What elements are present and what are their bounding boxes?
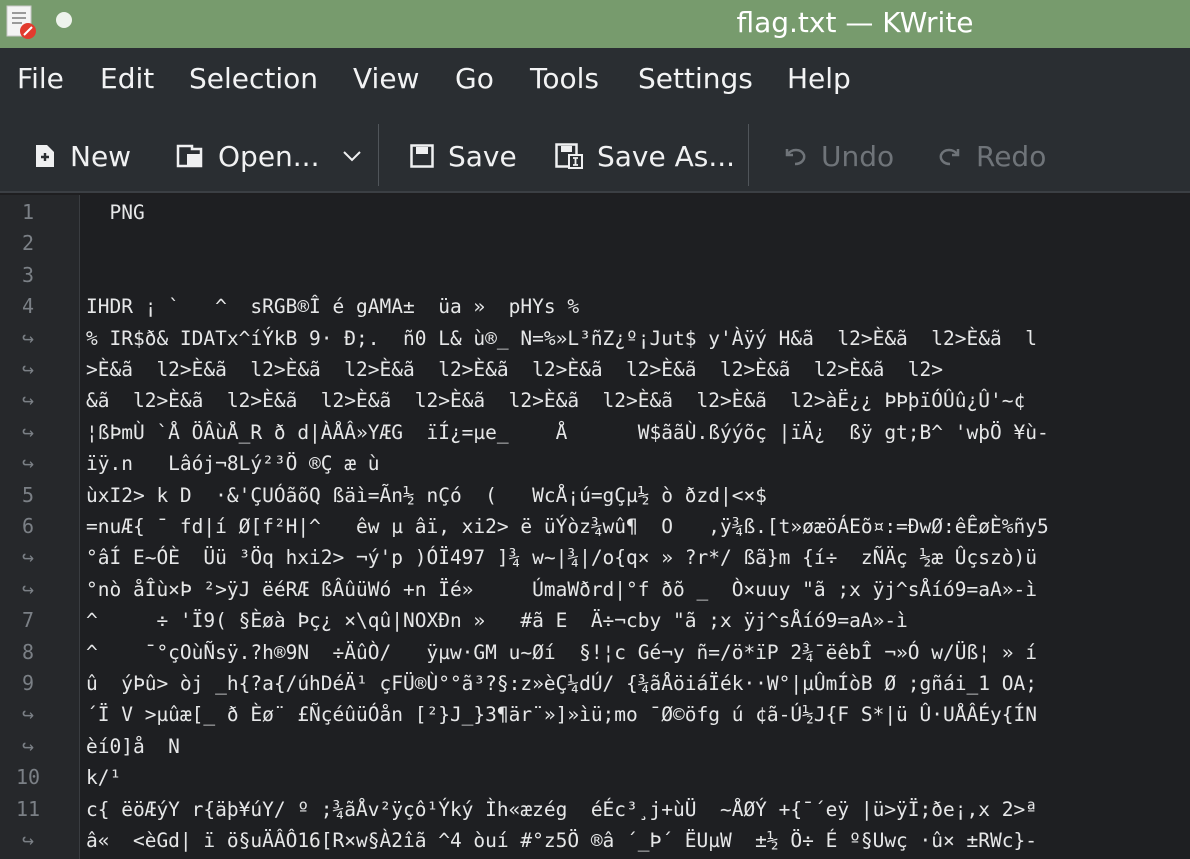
undo-button-label: Undo (821, 139, 895, 173)
line-number: 5 (21, 482, 35, 507)
text-line[interactable]: °nò åÎù×Þ ²>ÿJ ëéRÆ ßÂûüWó +n Ïé» ÚmaWðr… (86, 574, 1190, 605)
text-line[interactable]: ^ ¯°çOùÑsÿ.?h®9N ÷ÄûÒ/ ÿµw·GM u~Øí §!¦c … (86, 637, 1190, 668)
wrap-indicator-icon: ↪ (21, 325, 35, 350)
save-as-disk-icon (555, 143, 583, 169)
text-line[interactable] (86, 228, 1190, 259)
wrap-indicator-icon: ↪ (21, 388, 35, 413)
save-as-button-label: Save As... (597, 139, 736, 173)
wrap-indicator-icon: ↪ (21, 451, 35, 476)
text-line[interactable]: % IR$ð& IDATx^íÝkB 9· Ð;. ñ0 L& ù®_ N=%»… (86, 323, 1190, 354)
open-recent-dropdown[interactable] (342, 136, 376, 176)
open-button[interactable]: Open... (176, 136, 320, 176)
text-line[interactable]: û ýÞû> òj _h{?a{/úhDéÄ¹ çFÜ®Ù°°ã³?§:z»èÇ… (86, 668, 1190, 699)
line-number: 8 (21, 639, 35, 664)
main-toolbar: New Open... Save Save As... Undo Redo (0, 118, 1190, 193)
line-number: 11 (15, 796, 41, 821)
text-line[interactable]: ùxI2> k D ·&'ÇUÓãõQ ßäì=Ãn½ nÇó ( WcÅ¡ú=… (86, 480, 1190, 511)
undo-button[interactable]: Undo (783, 136, 894, 176)
line-number: 4 (21, 294, 35, 319)
open-button-label: Open... (218, 139, 320, 173)
text-line[interactable] (86, 260, 1190, 291)
window-title: flag.txt — KWrite (736, 6, 974, 39)
text-line[interactable]: &ã l2>È&ã l2>È&ã l2>È&ã l2>È&ã l2>È&ã l2… (86, 385, 1190, 416)
chevron-down-icon (343, 151, 361, 162)
text-line[interactable]: IHDR ¡ ` ^ sRGB®Î é gAMA± üa » pHYs % (86, 291, 1190, 322)
wrap-indicator-icon: ↪ (21, 419, 35, 444)
line-number: 10 (15, 765, 41, 790)
menu-go[interactable]: Go (455, 62, 494, 95)
new-document-icon (36, 145, 54, 167)
wrap-indicator-icon: ↪ (21, 828, 35, 852)
menu-help[interactable]: Help (787, 62, 851, 95)
menu-settings[interactable]: Settings (638, 62, 753, 95)
menu-view[interactable]: View (353, 62, 419, 95)
text-line[interactable]: >È&ã l2>È&ã l2>È&ã l2>È&ã l2>È&ã l2>È&ã … (86, 354, 1190, 385)
new-button[interactable]: New (34, 136, 131, 176)
line-number: 9 (21, 671, 35, 695)
undo-arrow-icon (785, 148, 806, 166)
text-line[interactable]: ^ ÷ 'Ï9( §Èøà Þç¿ ×\qû|NOXÐn » #ã E Ä÷¬c… (86, 605, 1190, 636)
text-line[interactable]: ¦ßÞmÙ `Å ÖÂùÅ_R ð d|ÀÅÂ»YÆG ïÍ¿=µe_ Å W$… (86, 417, 1190, 448)
text-line[interactable]: ïÿ.n Lâój¬8Lý²³Ö ®Ç æ ù (86, 448, 1190, 479)
new-button-label: New (70, 139, 132, 173)
text-line[interactable]: c{ ëöÆýY r{äþ¥úY/ º ;¾ãÅv²ÿçô¹Ýký Ìh«æzé… (86, 794, 1190, 825)
save-button[interactable]: Save (410, 136, 517, 176)
redo-arrow-icon (939, 148, 960, 166)
open-folder-icon (176, 144, 203, 168)
redo-button[interactable]: Redo (938, 136, 1046, 176)
line-number: 2 (21, 231, 35, 256)
wrap-indicator-icon: ↪ (21, 357, 35, 381)
text-line[interactable]: â« <èGd| ï ö§uÄÂÔ16[R×w§À2îã ^4 òuí #°z5… (86, 825, 1190, 856)
redo-button-label: Redo (976, 139, 1047, 173)
save-button-label: Save (448, 139, 517, 173)
title-bar: flag.txt — KWrite (0, 0, 1190, 48)
text-line[interactable]: °âÍ E~ÓÈ Üü ³Öq hxi2> ¬ý'p )ÓÏ497 ]¾ w~|… (86, 542, 1190, 573)
menu-bar: File Edit Selection View Go Tools Settin… (0, 48, 1190, 118)
text-line[interactable]: PNG (86, 197, 1190, 228)
save-disk-icon (410, 144, 434, 168)
wrap-indicator-icon: ↪ (21, 545, 35, 570)
menu-edit[interactable]: Edit (100, 62, 154, 95)
text-line[interactable]: ´Ï V >µûæ[_ ð Èø¨ £ÑçéûüÓån [²}J_}3¶är¨»… (86, 699, 1190, 730)
wrap-indicator-icon: ↪ (21, 702, 35, 727)
text-line[interactable]: k/¹ (86, 762, 1190, 793)
line-number: 1 (21, 200, 35, 224)
toolbar-separator (748, 124, 749, 186)
line-number: 6 (21, 514, 35, 538)
text-line[interactable]: èí0]å N (86, 731, 1190, 762)
text-line[interactable]: =nuÆ{ ¯ fd|í Ø[f²H|^ êw µ âï, xi2> ë üÝò… (86, 511, 1190, 542)
menu-tools[interactable]: Tools (530, 62, 599, 95)
wrap-indicator-icon: ↪ (21, 733, 35, 758)
wrap-indicator-icon: ↪ (21, 576, 35, 601)
menu-file[interactable]: File (17, 62, 64, 95)
line-number: 3 (21, 262, 35, 287)
save-as-button[interactable]: Save As... (555, 136, 735, 176)
text-editor[interactable]: 1 2 3 4 ↪ ↪ ↪ ↪ ↪ 5 6 ↪ ↪ 7 8 9 ↪ ↪ 10 11 ↪ PNG IHDR ¡ ` ^ sR… (0, 195, 1190, 859)
toolbar-separator (378, 124, 379, 186)
menu-selection[interactable]: Selection (189, 62, 318, 95)
line-number: 7 (21, 608, 35, 633)
